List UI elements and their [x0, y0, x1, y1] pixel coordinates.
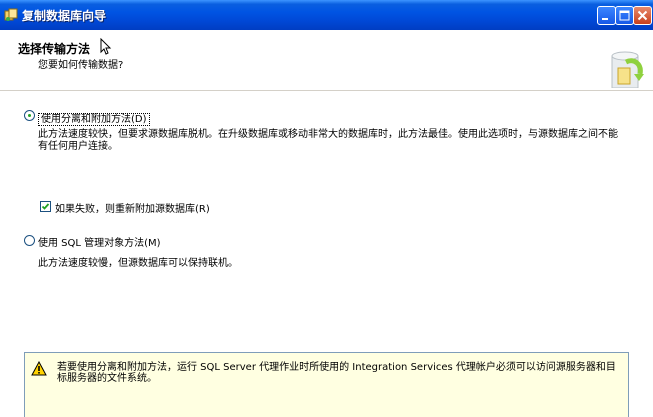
warning-icon [31, 361, 47, 376]
reattach-checkbox-label[interactable]: 如果失败，则重新附加源数据库(R) [55, 200, 210, 215]
radio-selected-dot [28, 114, 31, 117]
warning-panel: 若要使用分离和附加方法，运行 SQL Server 代理作业时所使用的 Inte… [24, 352, 629, 417]
window-title: 复制数据库向导 [22, 9, 107, 23]
detach-attach-radio[interactable] [24, 110, 35, 121]
database-wizard-graphic [611, 51, 644, 88]
maximize-icon [619, 10, 630, 21]
detach-attach-label[interactable]: 使用分离和附加方法(D) [38, 110, 150, 126]
wizard-app-icon [4, 8, 18, 21]
close-icon [637, 10, 648, 21]
smo-description: 此方法速度较慢，但源数据库可以保持联机。 [38, 258, 238, 269]
minimize-button[interactable] [597, 6, 616, 25]
page-subtitle: 您要如何传输数据? [38, 60, 124, 71]
reattach-checkbox[interactable] [40, 201, 51, 212]
smo-radio[interactable] [24, 235, 35, 246]
page-title: 选择传输方法 [18, 42, 91, 56]
mouse-cursor-icon [100, 38, 112, 55]
smo-label[interactable]: 使用 SQL 管理对象方法(M) [38, 234, 161, 249]
minimize-icon [602, 18, 608, 20]
detach-attach-description: 此方法速度较快，但要求源数据库脱机。在升级数据库或移动非常大的数据库时，此方法最… [38, 129, 618, 152]
maximize-button[interactable] [615, 6, 634, 25]
window-titlebar[interactable]: 复制数据库向导 [0, 0, 653, 30]
close-button[interactable] [633, 6, 652, 25]
warning-text: 若要使用分离和附加方法，运行 SQL Server 代理作业时所使用的 Inte… [57, 362, 616, 384]
check-mark-icon [41, 203, 50, 210]
detach-attach-label-text: 使用分离和附加方法(D) [38, 113, 150, 126]
